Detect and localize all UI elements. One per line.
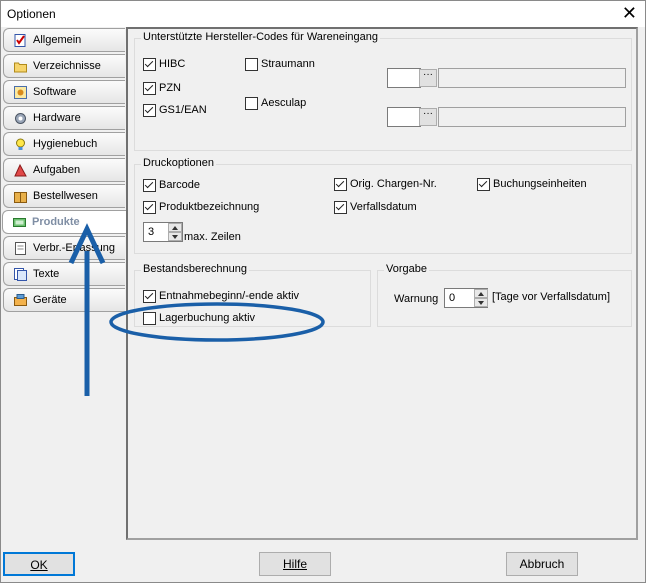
annotation-overlay xyxy=(68,223,325,396)
options-dialog: Optionen ✕ Allgemein Verzeichnisse Softw… xyxy=(0,0,646,583)
annotation-ellipse xyxy=(109,302,325,342)
